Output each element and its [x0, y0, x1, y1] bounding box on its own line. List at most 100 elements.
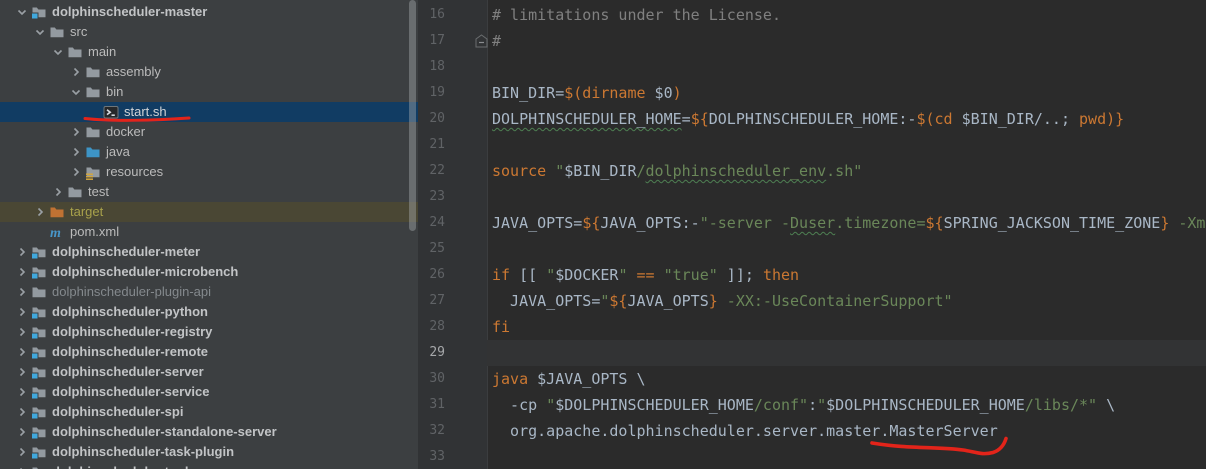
tree-item-test[interactable]: test [0, 182, 418, 202]
tree-item-dolphinscheduler-plugin-api[interactable]: dolphinscheduler-plugin-api [0, 282, 418, 302]
project-panel-scrollbar[interactable] [409, 0, 416, 231]
line-number: 29 [418, 340, 487, 366]
chevron-right-icon[interactable] [14, 384, 31, 400]
code-token: $DOCKER [555, 266, 618, 284]
code-line-32[interactable]: 32 org.apache.dolphinscheduler.server.ma… [418, 418, 1206, 444]
code-line-24[interactable]: 24JAVA_OPTS=${JAVA_OPTS:-"-server -Duser… [418, 210, 1206, 236]
tree-item-src[interactable]: src [0, 22, 418, 42]
tree-item-label: dolphinscheduler-microbench [52, 262, 238, 282]
tree-item-dolphinscheduler-meter[interactable]: dolphinscheduler-meter [0, 242, 418, 262]
tree-item-dolphinscheduler-service[interactable]: dolphinscheduler-service [0, 382, 418, 402]
chevron-right-icon[interactable] [14, 424, 31, 440]
tree-item-dolphinscheduler-standalone-server[interactable]: dolphinscheduler-standalone-server [0, 422, 418, 442]
code-token: # [492, 32, 501, 50]
tree-item-label: src [70, 22, 87, 42]
tree-item-target[interactable]: target [0, 202, 418, 222]
chevron-right-icon[interactable] [14, 444, 31, 460]
code-line-17[interactable]: 17# [418, 28, 1206, 54]
tree-item-assembly[interactable]: assembly [0, 62, 418, 82]
tree-item-dolphinscheduler-server[interactable]: dolphinscheduler-server [0, 362, 418, 382]
code-content: # limitations under the License. [487, 2, 1206, 28]
tree-item-label: dolphinscheduler-meter [52, 242, 200, 262]
line-number: 31 [418, 392, 487, 418]
chevron-down-icon[interactable] [50, 44, 67, 60]
code-token: DOLPHINSCHEDULER_HOME:- [709, 110, 917, 128]
folder-icon [85, 124, 101, 140]
line-number: 18 [418, 54, 487, 80]
tree-item-dolphinscheduler-master[interactable]: dolphinscheduler-master [0, 2, 418, 22]
tree-item-dolphinscheduler-spi[interactable]: dolphinscheduler-spi [0, 402, 418, 422]
tree-item-docker[interactable]: docker [0, 122, 418, 142]
code-line-21[interactable]: 21 [418, 132, 1206, 158]
code-content [487, 54, 1206, 80]
code-line-28[interactable]: 28fi [418, 314, 1206, 340]
code-line-27[interactable]: 27 JAVA_OPTS="${JAVA_OPTS} -XX:-UseConta… [418, 288, 1206, 314]
code-line-30[interactable]: 30java $JAVA_OPTS \ [418, 366, 1206, 392]
code-line-25[interactable]: 25 [418, 236, 1206, 262]
chevron-down-icon[interactable] [14, 4, 31, 20]
code-line-29[interactable]: 29 [418, 340, 1206, 366]
code-token: ${ [582, 214, 600, 232]
code-token: ${ [691, 110, 709, 128]
chevron-right-icon[interactable] [14, 404, 31, 420]
fold-marker-icon[interactable] [475, 34, 488, 48]
tree-item-dolphinscheduler-microbench[interactable]: dolphinscheduler-microbench [0, 262, 418, 282]
module-folder-icon [31, 304, 47, 320]
code-line-19[interactable]: 19BIN_DIR=$(dirname $0) [418, 80, 1206, 106]
tree-item-start.sh[interactable]: start.sh [0, 102, 418, 122]
code-line-31[interactable]: 31 -cp "$DOLPHINSCHEDULER_HOME/conf":"$D… [418, 392, 1206, 418]
code-token: $(dirname [564, 84, 645, 102]
code-line-18[interactable]: 18 [418, 54, 1206, 80]
code-token [546, 162, 555, 180]
tree-item-dolphinscheduler-remote[interactable]: dolphinscheduler-remote [0, 342, 418, 362]
tree-item-java[interactable]: java [0, 142, 418, 162]
chevron-right-icon[interactable] [68, 124, 85, 140]
chevron-right-icon[interactable] [14, 464, 31, 469]
code-token: " [817, 396, 826, 414]
code-line-22[interactable]: 22source "$BIN_DIR/dolphinscheduler_env.… [418, 158, 1206, 184]
chevron-right-icon[interactable] [14, 304, 31, 320]
chevron-right-icon[interactable] [14, 284, 31, 300]
tree-item-dolphinscheduler-python[interactable]: dolphinscheduler-python [0, 302, 418, 322]
maven-m-icon: m [49, 224, 65, 240]
line-number: 26 [418, 262, 487, 288]
tree-item-dolphinscheduler-registry[interactable]: dolphinscheduler-registry [0, 322, 418, 342]
code-token: $(cd [916, 110, 952, 128]
code-token: == [637, 266, 655, 284]
tree-item-dolphinscheduler-tools[interactable]: dolphinscheduler-tools [0, 462, 418, 469]
chevron-right-icon[interactable] [32, 204, 49, 220]
tree-item-dolphinscheduler-task-plugin[interactable]: dolphinscheduler-task-plugin [0, 442, 418, 462]
tree-item-label: test [88, 182, 109, 202]
code-token: $DOLPHINSCHEDULER_HOME [555, 396, 754, 414]
chevron-down-icon[interactable] [68, 84, 85, 100]
line-number: 23 [418, 184, 487, 210]
code-line-26[interactable]: 26if [[ "$DOCKER" == "true" ]]; then [418, 262, 1206, 288]
chevron-right-icon[interactable] [14, 264, 31, 280]
chevron-right-icon[interactable] [14, 344, 31, 360]
code-content [487, 236, 1206, 262]
shell-script-icon [103, 104, 119, 120]
chevron-right-icon[interactable] [14, 364, 31, 380]
tree-item-bin[interactable]: bin [0, 82, 418, 102]
tree-item-resources[interactable]: resources [0, 162, 418, 182]
module-folder-icon [31, 264, 47, 280]
code-line-23[interactable]: 23 [418, 184, 1206, 210]
code-token: SPRING_JACKSON_TIME_ZONE [944, 214, 1161, 232]
tree-item-main[interactable]: main [0, 42, 418, 62]
tree-item-pom.xml[interactable]: mpom.xml [0, 222, 418, 242]
chevron-right-icon[interactable] [50, 184, 67, 200]
tree-item-label: resources [106, 162, 163, 182]
code-token: /libs/*" [1025, 396, 1097, 414]
code-line-33[interactable]: 33 [418, 444, 1206, 469]
tree-item-label: dolphinscheduler-master [52, 2, 207, 22]
folder-icon [85, 84, 101, 100]
code-line-16[interactable]: 16# limitations under the License. [418, 2, 1206, 28]
chevron-right-icon[interactable] [68, 144, 85, 160]
chevron-right-icon[interactable] [68, 164, 85, 180]
chevron-right-icon[interactable] [68, 64, 85, 80]
chevron-right-icon[interactable] [14, 244, 31, 260]
code-line-20[interactable]: 20DOLPHINSCHEDULER_HOME=${DOLPHINSCHEDUL… [418, 106, 1206, 132]
chevron-right-icon[interactable] [14, 324, 31, 340]
chevron-down-icon[interactable] [32, 24, 49, 40]
code-token: JAVA_OPTS= [492, 292, 600, 310]
